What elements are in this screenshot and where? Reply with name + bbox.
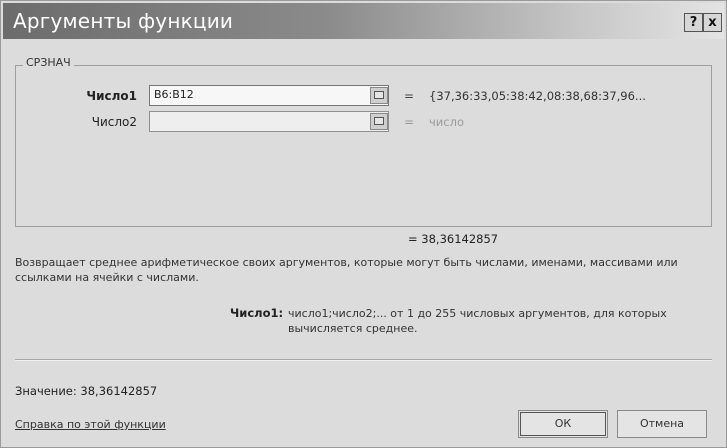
arg2-collapse-icon[interactable] xyxy=(370,113,388,130)
title-bar[interactable]: Аргументы функции ? x xyxy=(3,3,724,39)
arg2-equals: = xyxy=(404,115,415,129)
close-button[interactable]: x xyxy=(703,13,722,32)
formula-result: = 38,36142857 xyxy=(408,232,498,246)
result-value: 38,36142857 xyxy=(421,232,499,246)
arg1-collapse-icon[interactable] xyxy=(370,87,388,104)
argument-help-text: число1;число2;... от 1 до 255 числовых а… xyxy=(288,307,667,335)
dialog-title: Аргументы функции xyxy=(13,9,234,33)
arg1-label: Число1 xyxy=(86,89,137,103)
help-button[interactable]: ? xyxy=(684,13,703,32)
arg2-input[interactable] xyxy=(149,111,389,132)
function-name-label: СРЗНАЧ xyxy=(23,56,74,69)
arg1-equals: = xyxy=(404,89,415,103)
arg2-evaluated-value: число xyxy=(429,115,464,129)
function-description: Возвращает среднее арифметическое своих … xyxy=(15,256,678,284)
argument-help-label: Число1: xyxy=(230,306,284,320)
ok-button[interactable]: ОК xyxy=(518,410,608,438)
result-equals: = xyxy=(408,232,418,246)
function-help-link[interactable]: Справка по этой функции xyxy=(15,418,166,431)
arg1-evaluated-value: {37,36:33,05:38:42,08:38,68:37,96... xyxy=(429,89,646,103)
divider xyxy=(15,359,712,361)
arg1-input[interactable]: B6:B12 xyxy=(149,85,389,106)
value-display: Значение: 38,36142857 xyxy=(15,384,158,398)
arg2-label: Число2 xyxy=(91,115,137,129)
function-arguments-dialog: Аргументы функции ? x СРЗНАЧ Число1 B6:B… xyxy=(0,0,727,448)
cancel-button[interactable]: Отмена xyxy=(617,410,707,438)
